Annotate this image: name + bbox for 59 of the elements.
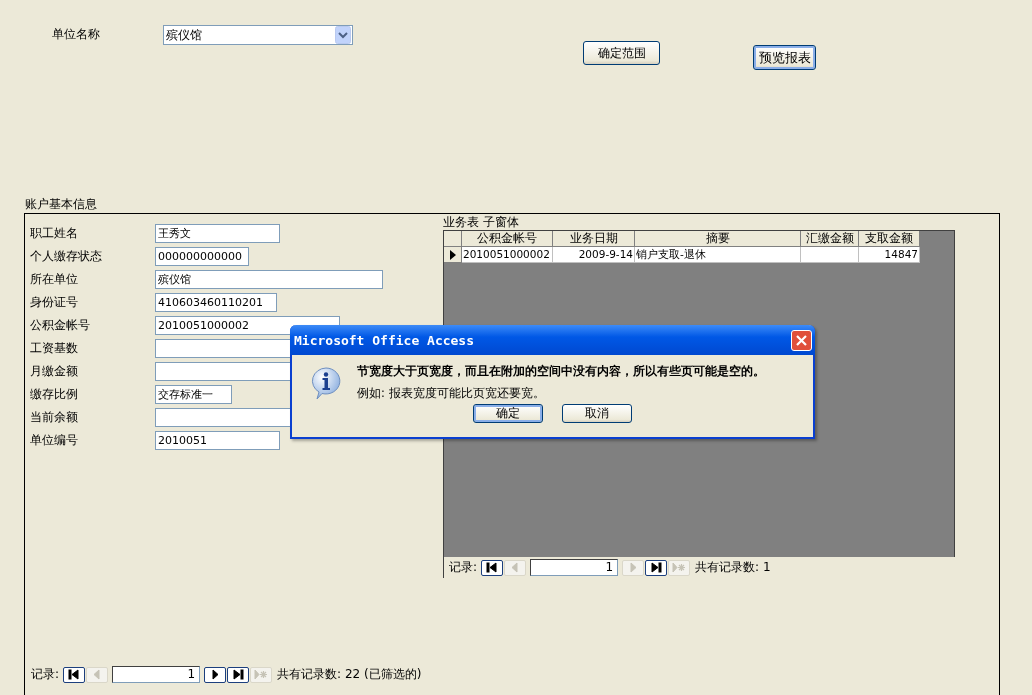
text-field[interactable]: 410603460110201	[155, 293, 277, 312]
row-selector[interactable]	[444, 247, 462, 263]
column-header[interactable]: 摘要	[635, 231, 801, 247]
text-field[interactable]: 殡仪馆	[155, 270, 383, 289]
last-record-icon	[231, 669, 246, 680]
field-label: 所在单位	[29, 271, 79, 288]
field-label: 公积金帐号	[29, 317, 91, 334]
text-field[interactable]: 王秀文	[155, 224, 280, 243]
unit-label: 单位名称	[52, 26, 101, 43]
text-field[interactable]: 交存标准一	[155, 385, 232, 404]
field-label: 职工姓名	[29, 225, 79, 242]
nav-last-button[interactable]	[227, 666, 250, 683]
record-count: 共有记录数: 22 (已筛选的)	[277, 666, 422, 683]
subform-title: 业务表 子窗体	[443, 215, 520, 230]
close-icon	[796, 334, 807, 346]
dialog-button[interactable]: 取消	[562, 404, 632, 423]
record-label: 记录:	[31, 666, 60, 683]
record-label: 记录:	[449, 559, 478, 576]
toolbar-button[interactable]: 预览报表	[753, 45, 816, 70]
nav-next-button[interactable]	[204, 666, 227, 683]
last-record-icon	[649, 562, 664, 573]
nav-last-button[interactable]	[645, 559, 668, 576]
dialog-detail: 例如: 报表宽度可能比页宽还要宽。	[357, 386, 546, 401]
record-number-field[interactable]: 1	[530, 559, 619, 576]
unit-dropdown[interactable]: 殡仪馆	[163, 25, 353, 45]
column-header[interactable]: 业务日期	[553, 231, 635, 247]
table-cell: 2009-9-14	[553, 247, 635, 263]
field-label: 月缴金额	[29, 363, 79, 380]
table-cell: 销户支取-退休	[635, 247, 801, 263]
table-cell	[801, 247, 859, 263]
column-header[interactable]: 支取金额	[859, 231, 920, 247]
table-cell: 14847	[859, 247, 920, 263]
text-field[interactable]: 000000000000	[155, 247, 249, 266]
new-record-icon	[672, 562, 687, 573]
text-field[interactable]: 2010051	[155, 431, 280, 450]
record-number-field[interactable]: 1	[112, 666, 201, 683]
nav-first-button[interactable]	[63, 666, 86, 683]
close-button[interactable]	[791, 329, 812, 351]
column-header[interactable]: 汇缴金额	[801, 231, 859, 247]
nav-first-button[interactable]	[481, 559, 504, 576]
dialog-message: 节宽度大于页宽度，而且在附加的空间中没有内容，所以有些页可能是空的。	[357, 363, 765, 379]
current-row-icon	[449, 249, 456, 260]
dialog-title: Microsoft Office Access	[294, 332, 474, 348]
field-label: 单位编号	[29, 432, 79, 449]
first-record-icon	[67, 669, 82, 680]
field-label: 身份证号	[29, 294, 79, 311]
first-record-icon	[485, 562, 500, 573]
record-count: 共有记录数: 1	[695, 559, 771, 576]
table-cell: 2010051000002	[462, 247, 553, 263]
field-label: 工资基数	[29, 340, 79, 357]
field-label: 缴存比例	[29, 386, 79, 403]
new-record-icon	[254, 669, 269, 680]
field-label: 当前余额	[29, 409, 79, 426]
toolbar-button[interactable]: 确定范围	[583, 41, 660, 65]
dialog-button[interactable]: 确定	[473, 404, 543, 423]
info-icon	[309, 366, 343, 400]
column-header[interactable]: 公积金帐号	[462, 231, 553, 247]
field-label: 个人缴存状态	[29, 248, 103, 265]
section-title: 账户基本信息	[24, 197, 98, 213]
